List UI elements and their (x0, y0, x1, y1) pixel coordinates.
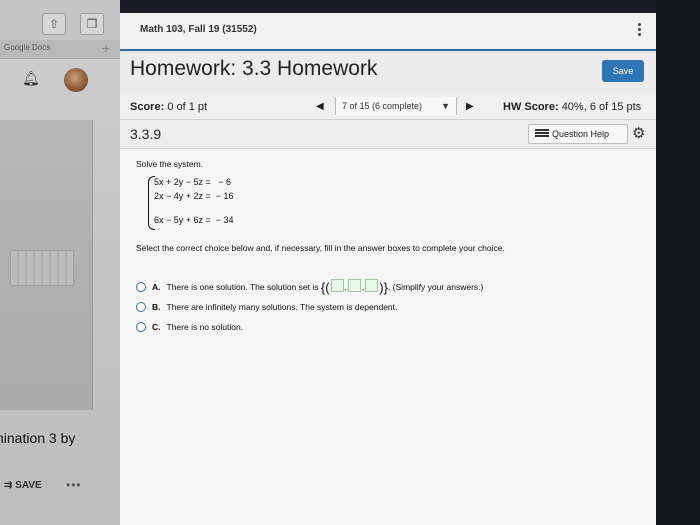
caret-down-icon: ▼ (441, 101, 450, 111)
screen-bezel (656, 0, 700, 525)
choice-c[interactable]: C. There is no solution. (136, 322, 243, 332)
bell-icon[interactable]: 🔔︎ (22, 70, 40, 87)
share-icon[interactable]: ⇧ (42, 13, 66, 35)
hw-score: HW Score: 40%, 6 of 15 pts (503, 101, 641, 113)
question-help-button[interactable]: Question Help (528, 124, 628, 144)
homework-header: Homework: 3.3 Homework Save (120, 51, 656, 96)
tabs-icon[interactable]: ❐ (80, 13, 104, 35)
equation-3: 6x − 5y + 6z = − 34 (154, 215, 234, 225)
set-close-brace: )} (379, 280, 388, 295)
more-icon[interactable]: ••• (66, 478, 82, 492)
left-sidebar: ⇧ ❐ Google Docs + 🔔︎ nination 3 by ⇉ SAV… (0, 0, 120, 525)
equation-system: 5x + 2y − 5z = − 6 2x − 4y + 2z = − 16 6… (154, 175, 234, 227)
question-bar: 3.3.9 Question Help ⚙ (120, 120, 656, 149)
choice-a-letter: A. (152, 282, 161, 292)
gear-icon[interactable]: ⚙ (632, 124, 645, 142)
question-select[interactable]: 7 of 15 (6 complete) ▼ (335, 97, 457, 115)
choice-a-note: . (Simplify your answers.) (387, 282, 484, 292)
choice-b-radio[interactable] (136, 302, 146, 312)
choice-a-text: There is one solution. The solution set … (166, 282, 319, 292)
page-title: Homework: 3.3 Homework (130, 57, 378, 80)
question-number: 3.3.9 (130, 126, 162, 142)
tab-label: Google Docs (4, 43, 51, 52)
choice-c-letter: C. (152, 322, 161, 332)
thumbnail-image (10, 250, 74, 286)
choice-a[interactable]: A. There is one solution. The solution se… (136, 279, 483, 295)
hw-score-value: 40%, 6 of 15 pts (561, 101, 642, 113)
next-question-icon[interactable]: ▶ (466, 101, 474, 112)
select-prompt: Select the correct choice below and, if … (136, 243, 505, 253)
question-score: Score: 0 of 1 pt (130, 101, 207, 113)
equation-1: 5x + 2y − 5z = − 6 (154, 177, 232, 187)
choice-c-radio[interactable] (136, 322, 146, 332)
sidebar-toolbar: ⇧ ❐ (0, 0, 120, 40)
avatar[interactable] (64, 68, 88, 92)
question-help-label: Question Help (552, 129, 610, 139)
choice-a-radio[interactable] (136, 282, 146, 292)
kebab-menu-icon[interactable] (638, 21, 644, 38)
choice-b[interactable]: B. There are infinitely many solutions. T… (136, 302, 397, 312)
list-icon (535, 129, 549, 138)
save-icon: ⇉ (4, 480, 13, 491)
question-content: Solve the system. 5x + 2y − 5z = − 6 2x … (120, 149, 656, 525)
save-label: SAVE (15, 480, 42, 491)
choice-b-text: There are infinitely many solutions. The… (166, 302, 398, 312)
answer-box-y[interactable] (347, 279, 361, 292)
save-homework-button[interactable]: Save (602, 60, 644, 82)
answer-box-z[interactable] (365, 279, 379, 292)
question-select-value: 7 of 15 (6 complete) (342, 101, 423, 111)
document-thumbnail (0, 120, 93, 410)
document-snippet: nination 3 by (0, 430, 76, 446)
save-button[interactable]: ⇉ SAVE (4, 480, 42, 491)
choice-b-letter: B. (152, 302, 161, 312)
choice-c-text: There is no solution. (166, 322, 244, 332)
homework-panel: Math 103, Fall 19 (31552) Homework: 3.3 … (120, 13, 656, 525)
new-tab-icon[interactable]: + (102, 40, 110, 56)
score-value: 0 of 1 pt (167, 101, 208, 113)
previous-question-icon[interactable]: ◀ (316, 101, 324, 112)
score-label: Score: (130, 101, 165, 113)
course-title: Math 103, Fall 19 (31552) (140, 24, 257, 35)
browser-tab-google-docs[interactable]: Google Docs + (0, 40, 120, 59)
set-open-brace: {( (320, 280, 330, 295)
course-header: Math 103, Fall 19 (31552) (120, 13, 656, 51)
hw-score-label: HW Score: (503, 101, 559, 113)
equation-2: 2x − 4y + 2z = − 16 (154, 191, 234, 201)
score-bar: Score: 0 of 1 pt ◀ 7 of 15 (6 complete) … (120, 95, 656, 120)
answer-box-x[interactable] (330, 279, 344, 292)
instruction-text: Solve the system. (136, 159, 204, 169)
